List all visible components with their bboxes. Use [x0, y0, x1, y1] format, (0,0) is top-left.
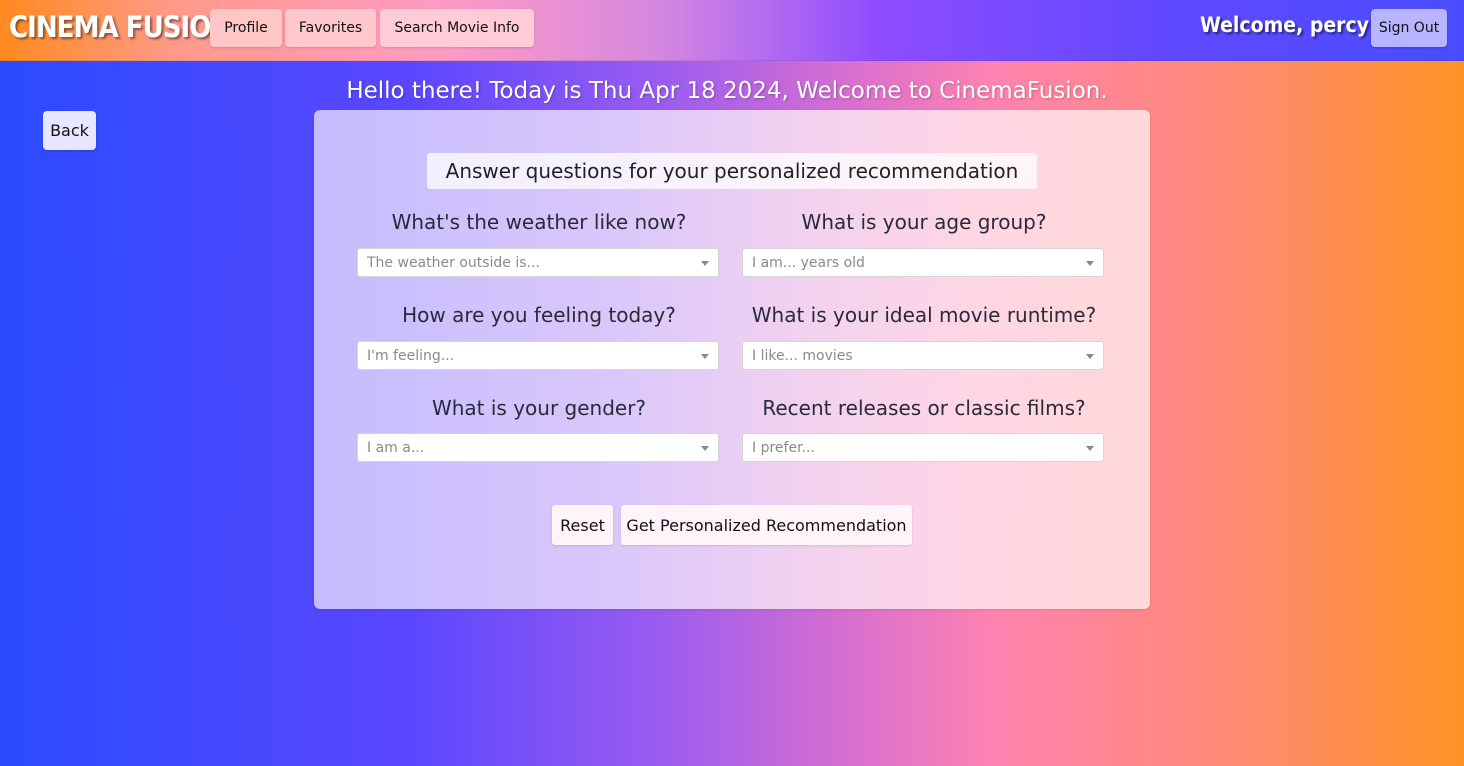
runtime-select-placeholder: I like... movies — [752, 348, 853, 364]
chevron-down-icon — [701, 446, 709, 451]
age-select[interactable]: I am... years old — [742, 248, 1104, 277]
runtime-select[interactable]: I like... movies — [742, 341, 1104, 370]
chevron-down-icon — [1086, 261, 1094, 266]
feeling-select-placeholder: I'm feeling... — [367, 348, 455, 364]
weather-select[interactable]: The weather outside is... — [357, 248, 719, 277]
nav-favorites-button[interactable]: Favorites — [285, 9, 376, 47]
age-select-placeholder: I am... years old — [752, 255, 865, 271]
runtime-question: What is your ideal movie runtime? — [751, 303, 1097, 327]
release-preference-question: Recent releases or classic films? — [762, 396, 1086, 420]
top-navbar: CINEMA FUSION Profile Favorites Search M… — [0, 0, 1464, 61]
chevron-down-icon — [1086, 354, 1094, 359]
chevron-down-icon — [701, 261, 709, 266]
brand-logo[interactable]: CINEMA FUSION — [9, 10, 232, 44]
welcome-user-text: Welcome, percy — [1200, 13, 1369, 37]
reset-button[interactable]: Reset — [552, 505, 613, 545]
greeting-banner: Hello there! Today is Thu Apr 18 2024, W… — [346, 78, 1108, 104]
get-recommendation-button[interactable]: Get Personalized Recommendation — [621, 505, 912, 545]
release-preference-select-placeholder: I prefer... — [752, 440, 815, 456]
chevron-down-icon — [701, 354, 709, 359]
recommendation-form-panel: Answer questions for your personalized r… — [314, 110, 1150, 609]
back-button[interactable]: Back — [43, 111, 96, 150]
gender-select-placeholder: I am a... — [367, 440, 425, 456]
age-question: What is your age group? — [801, 210, 1047, 234]
chevron-down-icon — [1086, 446, 1094, 451]
gender-select[interactable]: I am a... — [357, 433, 719, 462]
feeling-select[interactable]: I'm feeling... — [357, 341, 719, 370]
release-preference-select[interactable]: I prefer... — [742, 433, 1104, 462]
nav-profile-button[interactable]: Profile — [210, 9, 282, 47]
feeling-question: How are you feeling today? — [402, 303, 676, 327]
sign-out-button[interactable]: Sign Out — [1371, 9, 1447, 47]
weather-select-placeholder: The weather outside is... — [367, 255, 540, 271]
form-title: Answer questions for your personalized r… — [427, 153, 1037, 189]
gender-question: What is your gender? — [431, 396, 647, 420]
nav-search-movie-info-button[interactable]: Search Movie Info — [380, 9, 534, 47]
weather-question: What's the weather like now? — [391, 210, 687, 234]
